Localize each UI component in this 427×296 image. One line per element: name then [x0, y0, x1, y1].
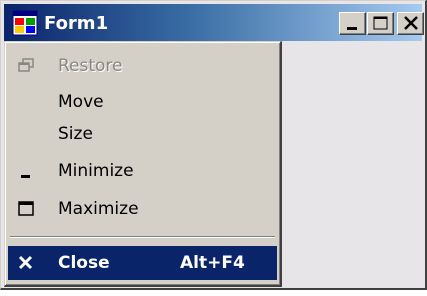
title-bar[interactable]: Form1 [4, 4, 424, 41]
menu-item-label: Size [58, 124, 93, 144]
system-menu: Restore Move Size Minimize Maximize Clos… [4, 41, 282, 287]
close-icon [404, 16, 418, 30]
menu-item-size[interactable]: Size [8, 117, 277, 151]
menu-item-label: Close [58, 253, 110, 273]
close-icon [18, 255, 33, 270]
maximize-icon [18, 201, 34, 216]
menu-item-label: Maximize [58, 199, 139, 219]
menu-item-minimize[interactable]: Minimize [8, 154, 277, 188]
menu-item-label: Minimize [58, 161, 134, 181]
minimize-icon [347, 27, 357, 30]
close-button[interactable] [397, 12, 424, 35]
menu-item-label: Restore [58, 56, 123, 76]
form1-window: Form1 Restore Move Size Minimize Maximiz… [0, 0, 427, 290]
menu-item-close[interactable]: Close Alt+F4 [8, 246, 277, 280]
menu-item-maximize[interactable]: Maximize [8, 192, 277, 226]
maximize-icon [373, 16, 388, 30]
minimize-icon [21, 175, 30, 178]
app-icon[interactable] [12, 10, 38, 36]
menu-item-move[interactable]: Move [8, 85, 277, 119]
menu-item-shortcut: Alt+F4 [180, 253, 245, 273]
menu-item-restore[interactable]: Restore [8, 49, 277, 83]
maximize-button[interactable] [367, 12, 394, 35]
window-title: Form1 [44, 13, 109, 34]
restore-icon [18, 58, 34, 72]
minimize-button[interactable] [339, 12, 366, 35]
menu-separator [10, 236, 275, 238]
menu-item-label: Move [58, 92, 104, 112]
